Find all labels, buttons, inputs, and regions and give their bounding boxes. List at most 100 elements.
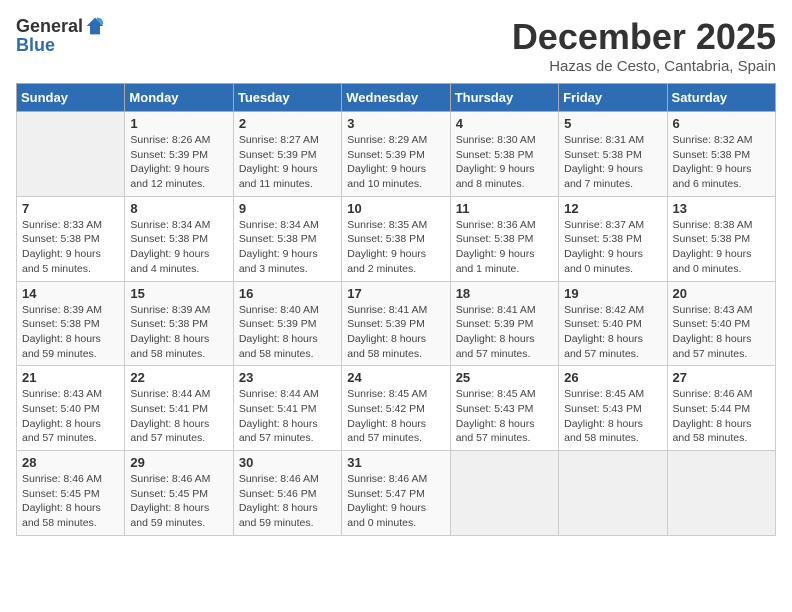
day-cell: 3Sunrise: 8:29 AMSunset: 5:39 PMDaylight…: [342, 112, 450, 197]
day-number: 23: [239, 370, 336, 385]
day-number: 30: [239, 455, 336, 470]
day-number: 26: [564, 370, 661, 385]
day-cell: 22 Sunrise: 8:44 AMSunset: 5:41 PMDayligh…: [125, 366, 233, 451]
logo-general: General: [16, 17, 83, 35]
day-info: Sunrise: 8:45 AMSunset: 5:42 PMDaylight:…: [347, 387, 444, 446]
day-info: Sunrise: 8:46 AMSunset: 5:47 PMDaylight:…: [347, 472, 444, 531]
day-info: Sunrise: 8:32 AMSunset: 5:38 PMDaylight:…: [673, 133, 770, 192]
day-number: 14: [22, 286, 119, 301]
day-number: 6: [673, 116, 770, 131]
day-cell: 10Sunrise: 8:35 AMSunset: 5:38 PMDayligh…: [342, 196, 450, 281]
day-cell: 24 Sunrise: 8:45 AMSunset: 5:42 PMDayligh…: [342, 366, 450, 451]
day-cell: 4Sunrise: 8:30 AMSunset: 5:38 PMDaylight…: [450, 112, 558, 197]
day-info: Sunrise: 8:37 AMSunset: 5:38 PMDaylight:…: [564, 218, 661, 277]
header-day-monday: Monday: [125, 84, 233, 112]
title-area: December 2025 Hazas de Cesto, Cantabria,…: [512, 16, 776, 75]
day-cell: 9 Sunrise: 8:34 AMSunset: 5:38 PMDaylight…: [233, 196, 341, 281]
day-cell: 12 Sunrise: 8:37 AMSunset: 5:38 PMDayligh…: [559, 196, 667, 281]
day-number: 16: [239, 286, 336, 301]
day-cell: 19Sunrise: 8:42 AMSunset: 5:40 PMDayligh…: [559, 281, 667, 366]
day-info: Sunrise: 8:39 AMSunset: 5:38 PMDaylight:…: [22, 303, 119, 362]
day-info: Sunrise: 8:46 AMSunset: 5:45 PMDaylight:…: [22, 472, 119, 531]
day-cell: 11 Sunrise: 8:36 AMSunset: 5:38 PMDayligh…: [450, 196, 558, 281]
day-info: Sunrise: 8:44 AMSunset: 5:41 PMDaylight:…: [130, 387, 227, 446]
day-number: 4: [456, 116, 553, 131]
day-number: 22: [130, 370, 227, 385]
header-day-sunday: Sunday: [17, 84, 125, 112]
day-number: 13: [673, 201, 770, 216]
header-day-wednesday: Wednesday: [342, 84, 450, 112]
day-cell: 8 Sunrise: 8:34 AMSunset: 5:38 PMDaylight…: [125, 196, 233, 281]
day-number: 19: [564, 286, 661, 301]
day-info: Sunrise: 8:40 AMSunset: 5:39 PMDaylight:…: [239, 303, 336, 362]
day-info: Sunrise: 8:31 AMSunset: 5:38 PMDaylight:…: [564, 133, 661, 192]
day-cell: [17, 112, 125, 197]
day-cell: 13 Sunrise: 8:38 AMSunset: 5:38 PMDayligh…: [667, 196, 775, 281]
header-row: SundayMondayTuesdayWednesdayThursdayFrid…: [17, 84, 776, 112]
day-number: 8: [130, 201, 227, 216]
day-number: 21: [22, 370, 119, 385]
day-number: 5: [564, 116, 661, 131]
logo-icon: [85, 16, 105, 36]
day-info: Sunrise: 8:43 AMSunset: 5:40 PMDaylight:…: [673, 303, 770, 362]
day-number: 15: [130, 286, 227, 301]
header-day-saturday: Saturday: [667, 84, 775, 112]
day-number: 29: [130, 455, 227, 470]
day-cell: 29 Sunrise: 8:46 AMSunset: 5:45 PMDayligh…: [125, 451, 233, 536]
day-cell: 17Sunrise: 8:41 AMSunset: 5:39 PMDayligh…: [342, 281, 450, 366]
day-number: 17: [347, 286, 444, 301]
week-row-5: 28 Sunrise: 8:46 AMSunset: 5:45 PMDayligh…: [17, 451, 776, 536]
day-number: 18: [456, 286, 553, 301]
day-cell: 20 Sunrise: 8:43 AMSunset: 5:40 PMDayligh…: [667, 281, 775, 366]
day-number: 11: [456, 201, 553, 216]
header: General Blue December 2025 Hazas de Cest…: [16, 16, 776, 75]
day-number: 10: [347, 201, 444, 216]
week-row-2: 7 Sunrise: 8:33 AMSunset: 5:38 PMDaylight…: [17, 196, 776, 281]
day-cell: 25Sunrise: 8:45 AMSunset: 5:43 PMDayligh…: [450, 366, 558, 451]
day-number: 24: [347, 370, 444, 385]
day-cell: 14 Sunrise: 8:39 AMSunset: 5:38 PMDayligh…: [17, 281, 125, 366]
day-cell: 31Sunrise: 8:46 AMSunset: 5:47 PMDayligh…: [342, 451, 450, 536]
day-info: Sunrise: 8:34 AMSunset: 5:38 PMDaylight:…: [239, 218, 336, 277]
day-cell: 30 Sunrise: 8:46 AMSunset: 5:46 PMDayligh…: [233, 451, 341, 536]
day-cell: [559, 451, 667, 536]
day-info: Sunrise: 8:33 AMSunset: 5:38 PMDaylight:…: [22, 218, 119, 277]
week-row-4: 21 Sunrise: 8:43 AMSunset: 5:40 PMDayligh…: [17, 366, 776, 451]
day-cell: 7 Sunrise: 8:33 AMSunset: 5:38 PMDaylight…: [17, 196, 125, 281]
day-cell: 27Sunrise: 8:46 AMSunset: 5:44 PMDayligh…: [667, 366, 775, 451]
day-info: Sunrise: 8:45 AMSunset: 5:43 PMDaylight:…: [564, 387, 661, 446]
day-info: Sunrise: 8:46 AMSunset: 5:45 PMDaylight:…: [130, 472, 227, 531]
header-day-tuesday: Tuesday: [233, 84, 341, 112]
day-cell: 16 Sunrise: 8:40 AMSunset: 5:39 PMDayligh…: [233, 281, 341, 366]
day-number: 9: [239, 201, 336, 216]
day-number: 20: [673, 286, 770, 301]
day-info: Sunrise: 8:46 AMSunset: 5:46 PMDaylight:…: [239, 472, 336, 531]
day-info: Sunrise: 8:39 AMSunset: 5:38 PMDaylight:…: [130, 303, 227, 362]
day-cell: [667, 451, 775, 536]
day-number: 3: [347, 116, 444, 131]
day-info: Sunrise: 8:43 AMSunset: 5:40 PMDaylight:…: [22, 387, 119, 446]
day-cell: 6 Sunrise: 8:32 AMSunset: 5:38 PMDaylight…: [667, 112, 775, 197]
day-cell: 26 Sunrise: 8:45 AMSunset: 5:43 PMDayligh…: [559, 366, 667, 451]
day-number: 28: [22, 455, 119, 470]
logo-text: General Blue: [16, 16, 105, 56]
day-cell: 18 Sunrise: 8:41 AMSunset: 5:39 PMDayligh…: [450, 281, 558, 366]
day-info: Sunrise: 8:27 AMSunset: 5:39 PMDaylight:…: [239, 133, 336, 192]
day-info: Sunrise: 8:36 AMSunset: 5:38 PMDaylight:…: [456, 218, 553, 277]
location-title: Hazas de Cesto, Cantabria, Spain: [512, 58, 776, 75]
logo-blue: Blue: [16, 35, 55, 55]
day-info: Sunrise: 8:38 AMSunset: 5:38 PMDaylight:…: [673, 218, 770, 277]
day-info: Sunrise: 8:45 AMSunset: 5:43 PMDaylight:…: [456, 387, 553, 446]
month-title: December 2025: [512, 16, 776, 58]
day-info: Sunrise: 8:44 AMSunset: 5:41 PMDaylight:…: [239, 387, 336, 446]
day-cell: 1Sunrise: 8:26 AMSunset: 5:39 PMDaylight…: [125, 112, 233, 197]
day-cell: 28 Sunrise: 8:46 AMSunset: 5:45 PMDayligh…: [17, 451, 125, 536]
day-cell: [450, 451, 558, 536]
day-info: Sunrise: 8:41 AMSunset: 5:39 PMDaylight:…: [456, 303, 553, 362]
day-number: 7: [22, 201, 119, 216]
day-cell: 2Sunrise: 8:27 AMSunset: 5:39 PMDaylight…: [233, 112, 341, 197]
week-row-3: 14 Sunrise: 8:39 AMSunset: 5:38 PMDayligh…: [17, 281, 776, 366]
day-cell: 5 Sunrise: 8:31 AMSunset: 5:38 PMDaylight…: [559, 112, 667, 197]
day-info: Sunrise: 8:34 AMSunset: 5:38 PMDaylight:…: [130, 218, 227, 277]
day-number: 12: [564, 201, 661, 216]
